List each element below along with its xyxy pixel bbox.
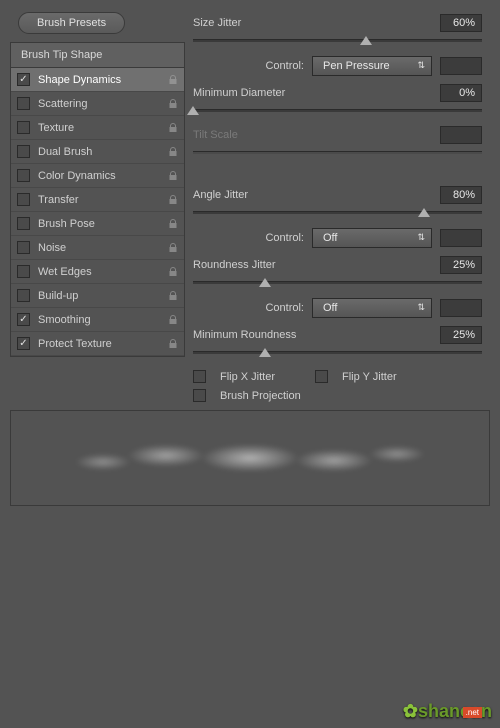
lock-icon[interactable] (168, 75, 178, 85)
list-item-label: Protect Texture (38, 338, 112, 350)
angle-jitter-value[interactable]: 80% (440, 186, 482, 204)
checkbox[interactable] (17, 265, 30, 278)
lock-icon[interactable] (168, 339, 178, 349)
list-item-label: Texture (38, 122, 74, 134)
list-item-scattering[interactable]: Scattering (11, 92, 184, 116)
control-value-3 (440, 299, 482, 317)
lock-icon[interactable] (168, 267, 178, 277)
list-item-label: Wet Edges (38, 266, 92, 278)
flip-x-checkbox[interactable] (193, 370, 206, 383)
list-item-label: Noise (38, 242, 66, 254)
list-item-noise[interactable]: Noise (11, 236, 184, 260)
list-item-transfer[interactable]: Transfer (11, 188, 184, 212)
checkbox[interactable] (17, 289, 30, 302)
control-label-1: Control: (265, 60, 304, 72)
checkbox[interactable] (17, 217, 30, 230)
tilt-scale-label: Tilt Scale (193, 129, 238, 141)
lock-icon[interactable] (168, 219, 178, 229)
control-value-2 (440, 229, 482, 247)
size-jitter-value[interactable]: 60% (440, 14, 482, 32)
brush-projection-checkbox[interactable] (193, 389, 206, 402)
checkbox[interactable] (17, 241, 30, 254)
list-item-label: Transfer (38, 194, 79, 206)
roundness-jitter-label: Roundness Jitter (193, 259, 276, 271)
size-jitter-label: Size Jitter (193, 17, 241, 29)
min-diameter-slider[interactable] (193, 104, 482, 118)
brush-options-list: Brush Tip Shape Shape Dynamics Scattering… (10, 42, 185, 357)
tilt-scale-value (440, 126, 482, 144)
list-item-protect-texture[interactable]: Protect Texture (11, 332, 184, 356)
lock-icon[interactable] (168, 243, 178, 253)
roundness-jitter-value[interactable]: 25% (440, 256, 482, 274)
brush-preview (10, 410, 490, 506)
size-jitter-slider[interactable] (193, 34, 482, 48)
min-roundness-slider[interactable] (193, 346, 482, 360)
watermark-badge: .net (463, 707, 482, 718)
lock-icon[interactable] (168, 171, 178, 181)
list-item-label: Scattering (38, 98, 88, 110)
lock-icon[interactable] (168, 315, 178, 325)
list-item-build-up[interactable]: Build-up (11, 284, 184, 308)
checkbox[interactable] (17, 121, 30, 134)
control-dropdown-3[interactable]: Off (312, 298, 432, 318)
lock-icon[interactable] (168, 147, 178, 157)
brush-presets-button[interactable]: Brush Presets (18, 12, 125, 34)
checkbox[interactable] (17, 337, 30, 350)
control-label-2: Control: (265, 232, 304, 244)
brush-stroke-preview (40, 433, 460, 483)
list-item-dual-brush[interactable]: Dual Brush (11, 140, 184, 164)
tilt-scale-slider (193, 146, 482, 160)
min-diameter-label: Minimum Diameter (193, 87, 285, 99)
list-item-label: Dual Brush (38, 146, 92, 158)
angle-jitter-label: Angle Jitter (193, 189, 248, 201)
list-item-brush-pose[interactable]: Brush Pose (11, 212, 184, 236)
lock-icon[interactable] (168, 123, 178, 133)
checkbox[interactable] (17, 145, 30, 158)
flip-y-checkbox[interactable] (315, 370, 328, 383)
checkbox[interactable] (17, 97, 30, 110)
min-diameter-value[interactable]: 0% (440, 84, 482, 102)
list-item-label: Brush Pose (38, 218, 95, 230)
checkbox[interactable] (17, 193, 30, 206)
list-item-label: Shape Dynamics (38, 74, 121, 86)
list-item-texture[interactable]: Texture (11, 116, 184, 140)
min-roundness-value[interactable]: 25% (440, 326, 482, 344)
flip-y-label: Flip Y Jitter (342, 371, 397, 383)
min-roundness-label: Minimum Roundness (193, 329, 296, 341)
lock-icon[interactable] (168, 291, 178, 301)
control-dropdown-1[interactable]: Pen Pressure (312, 56, 432, 76)
list-item-label: Build-up (38, 290, 78, 302)
checkbox[interactable] (17, 313, 30, 326)
list-item-label: Smoothing (38, 314, 91, 326)
lock-icon[interactable] (168, 99, 178, 109)
control-label-3: Control: (265, 302, 304, 314)
roundness-jitter-slider[interactable] (193, 276, 482, 290)
list-item-shape-dynamics[interactable]: Shape Dynamics (11, 68, 184, 92)
control-value-1 (440, 57, 482, 75)
angle-jitter-slider[interactable] (193, 206, 482, 220)
list-item-smoothing[interactable]: Smoothing (11, 308, 184, 332)
list-item-color-dynamics[interactable]: Color Dynamics (11, 164, 184, 188)
brush-projection-label: Brush Projection (220, 390, 301, 402)
list-item-wet-edges[interactable]: Wet Edges (11, 260, 184, 284)
list-item-label: Color Dynamics (38, 170, 116, 182)
checkbox[interactable] (17, 73, 30, 86)
checkbox[interactable] (17, 169, 30, 182)
lock-icon[interactable] (168, 195, 178, 205)
flip-x-label: Flip X Jitter (220, 371, 275, 383)
brush-tip-shape-header[interactable]: Brush Tip Shape (11, 43, 184, 68)
control-dropdown-2[interactable]: Off (312, 228, 432, 248)
